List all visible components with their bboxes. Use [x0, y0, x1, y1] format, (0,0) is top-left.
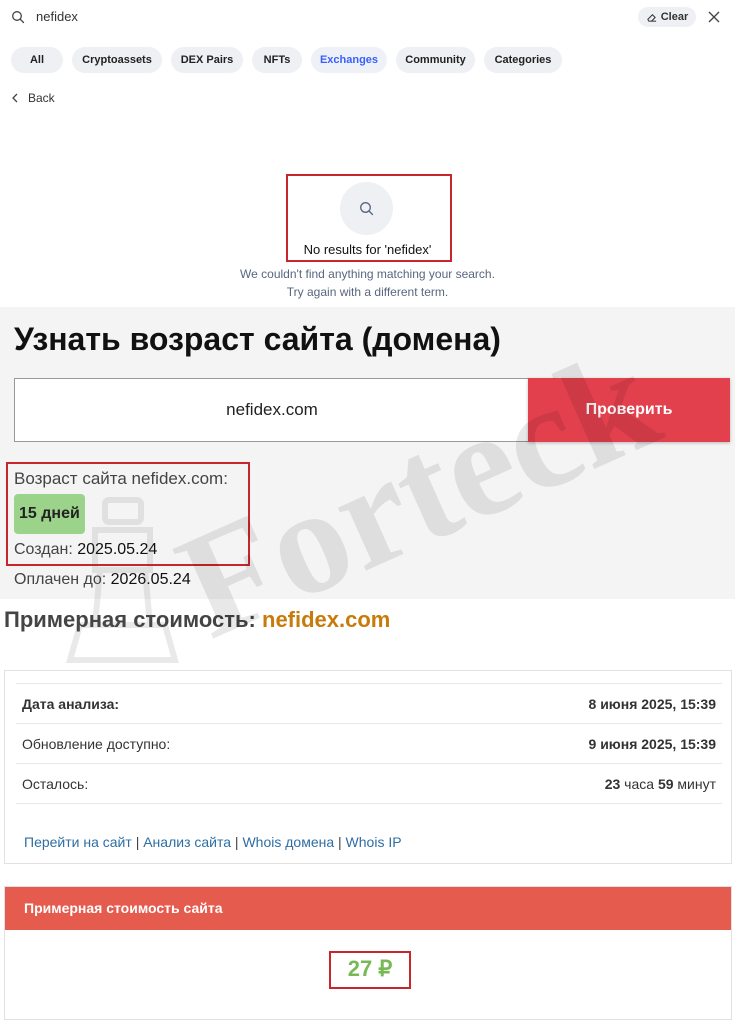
row-key: Дата анализа: [22, 695, 120, 712]
back-label: Back [28, 91, 55, 105]
tab-community[interactable]: Community [396, 47, 475, 73]
analysis-panel: Дата анализа: 8 июня 2025, 15:39 Обновле… [4, 670, 732, 864]
clear-button[interactable]: Clear [638, 7, 696, 27]
link-whois-domain[interactable]: Whois домена [242, 834, 334, 850]
search-input[interactable]: nefidex [36, 9, 78, 24]
row-value: 8 июня 2025, 15:39 [588, 695, 716, 712]
link-separator: | [338, 834, 342, 850]
table-row: Обновление доступно: 9 июня 2025, 15:39 [16, 724, 722, 764]
table-row: Дата анализа: 8 июня 2025, 15:39 [16, 684, 722, 724]
analysis-table: Дата анализа: 8 июня 2025, 15:39 Обновле… [16, 683, 722, 804]
page-title: Узнать возраст сайта (домена) [14, 321, 501, 357]
search-icon [12, 11, 25, 24]
paid-value: 2026.05.24 [110, 571, 191, 588]
estimate-domain: nefidex.com [262, 607, 391, 632]
link-whois-ip[interactable]: Whois IP [346, 834, 402, 850]
close-icon[interactable] [707, 10, 721, 24]
domain-age-section: Узнать возраст сайта (домена) nefidex.co… [0, 307, 735, 599]
paid-until: Оплачен до: 2026.05.24 [14, 571, 191, 589]
table-row: Осталось: 23 часа 59 минут [16, 764, 722, 804]
link-separator: | [135, 834, 140, 850]
row-key: Обновление доступно: [22, 735, 171, 752]
estimate-heading-label: Примерная стоимость: [4, 607, 256, 632]
tab-all[interactable]: All [11, 47, 63, 73]
eraser-icon [646, 13, 656, 22]
row-value: 9 июня 2025, 15:39 [588, 735, 716, 752]
hours-value: 23 [604, 775, 621, 792]
tab-dex-pairs[interactable]: DEX Pairs [171, 47, 243, 73]
clear-button-label: Clear [660, 11, 689, 23]
minutes-value: 59 [657, 775, 674, 792]
link-site-analysis[interactable]: Анализ сайта [143, 834, 231, 850]
check-button[interactable]: Проверить [528, 378, 730, 442]
time-remaining: 23 часа 59 минут [605, 776, 716, 792]
no-results-subtitle: We couldn't find anything matching your … [240, 267, 495, 281]
hours-unit: часа [624, 775, 655, 792]
back-link[interactable]: Back [11, 91, 55, 105]
no-results-hint: Try again with a different term. [286, 285, 449, 299]
tab-cryptoassets[interactable]: Cryptoassets [72, 47, 162, 73]
tab-exchanges[interactable]: Exchanges [311, 47, 387, 73]
paid-label: Оплачен до: [14, 571, 107, 588]
link-go-to-site[interactable]: Перейти на сайт [24, 834, 132, 850]
price-header: Примерная стоимость сайта [5, 887, 731, 930]
domain-input[interactable]: nefidex.com [14, 378, 530, 442]
price-panel: Примерная стоимость сайта 27 ₽ [4, 886, 732, 1020]
highlight-frame [329, 951, 411, 989]
search-bar[interactable]: nefidex Clear [0, 0, 735, 36]
tab-categories[interactable]: Categories [484, 47, 562, 73]
link-separator: | [234, 834, 239, 850]
chevron-left-icon [12, 93, 18, 103]
estimate-heading: Примерная стоимость: nefidex.com [4, 607, 390, 633]
minutes-unit: минут [677, 775, 716, 792]
row-key: Осталось: [22, 775, 89, 792]
highlight-frame [6, 462, 250, 566]
highlight-frame [286, 174, 452, 262]
site-links: Перейти на сайт | Анализ сайта | Whois д… [24, 834, 402, 850]
filter-tabs: All Cryptoassets DEX Pairs NFTs Exchange… [11, 47, 562, 73]
tab-nfts[interactable]: NFTs [252, 47, 302, 73]
